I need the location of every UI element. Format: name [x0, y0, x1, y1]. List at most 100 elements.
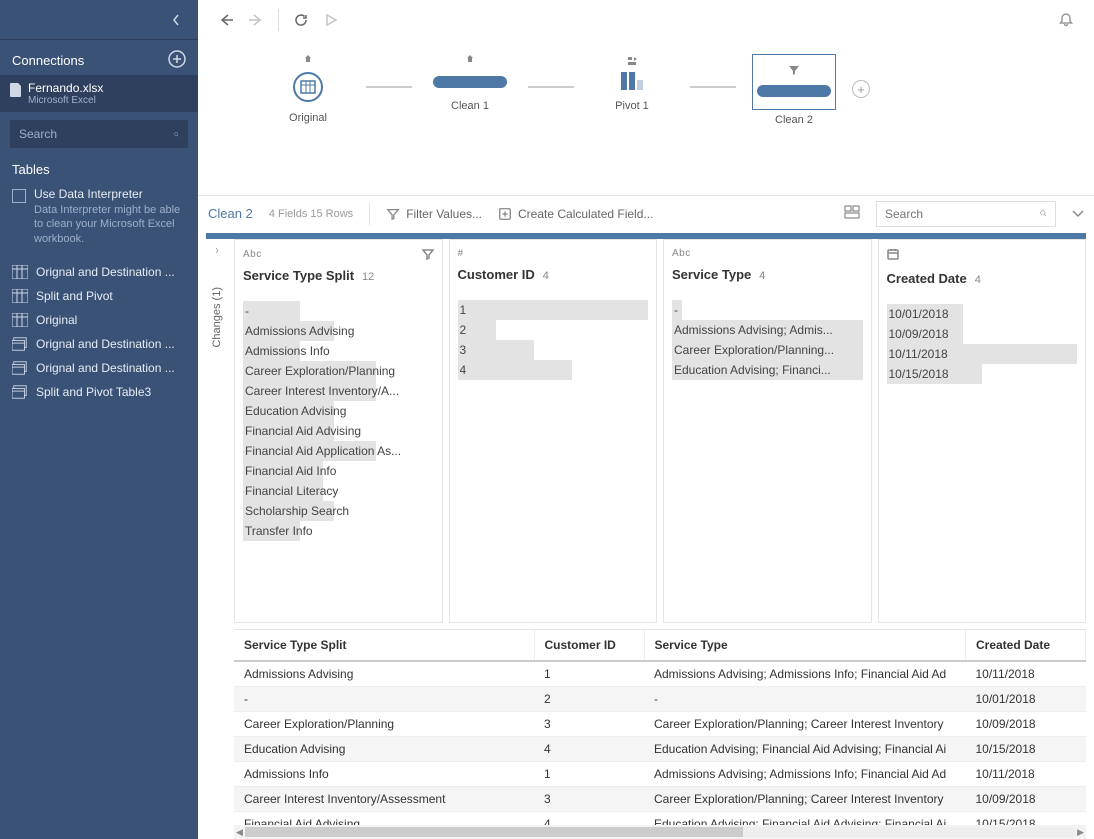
profile-value[interactable]: Financial Aid Application As... [243, 441, 434, 461]
horizontal-scrollbar[interactable]: ◀▶ [234, 825, 1086, 839]
separator [278, 9, 279, 31]
toolbar [198, 0, 1094, 40]
table-row[interactable]: Admissions Info1Admissions Advising; Adm… [234, 762, 1086, 787]
changes-rail[interactable]: › Changes (1) [206, 239, 228, 623]
use-data-interpreter-checkbox[interactable] [12, 189, 26, 203]
table-cell: 1 [534, 762, 644, 787]
profile-cards: AbcService Type Split12-Admissions Advis… [234, 239, 1086, 623]
main: Original Clean 1 Pivot 1 Clean 2 + Clean 2 4… [198, 0, 1094, 839]
table-cell: 3 [534, 787, 644, 812]
table-row[interactable]: Education Advising4Education Advising; F… [234, 737, 1086, 762]
flow-node-original[interactable]: Original [268, 54, 348, 124]
profile-search-input[interactable] [876, 201, 1056, 227]
profile-value[interactable]: 10/15/2018 [887, 364, 1078, 384]
create-calculated-field-button[interactable]: Create Calculated Field... [498, 207, 653, 221]
table-cell: Education Advising [234, 737, 534, 762]
flow-node-pivot-1[interactable]: Pivot 1 [592, 54, 672, 112]
run-button[interactable] [317, 6, 345, 34]
flow-node-clean-2[interactable]: Clean 2 [754, 54, 834, 126]
use-data-interpreter[interactable]: Use Data Interpreter Data Interpreter mi… [0, 179, 198, 256]
profile-value[interactable]: 10/09/2018 [887, 324, 1078, 344]
table-item[interactable]: Split and Pivot [0, 284, 198, 308]
table-cell: Education Advising; Financial Aid Advisi… [644, 812, 966, 826]
profile-value[interactable]: Financial Literacy [243, 481, 434, 501]
table-cell: - [234, 687, 534, 712]
table-row[interactable]: Career Interest Inventory/Assessment3Car… [234, 787, 1086, 812]
profile-value[interactable]: Admissions Advising [243, 321, 434, 341]
column-header[interactable]: Customer ID [534, 630, 644, 661]
profile-card[interactable]: #Customer ID41234 [449, 239, 658, 623]
expand-changes-icon[interactable]: › [216, 243, 219, 257]
collapse-profile-button[interactable] [1072, 207, 1084, 221]
connection-item[interactable]: Fernando.xlsx Microsoft Excel [0, 75, 198, 112]
table-cell: 10/11/2018 [966, 661, 1086, 687]
table-row[interactable]: Admissions Advising1Admissions Advising;… [234, 661, 1086, 687]
table-cell: Career Exploration/Planning [234, 712, 534, 737]
table-cell: 1 [534, 661, 644, 687]
table-item[interactable]: Orignal and Destination ... [0, 356, 198, 380]
table-cell: 10/11/2018 [966, 762, 1086, 787]
filter-values-button[interactable]: Filter Values... [386, 207, 482, 221]
column-header[interactable]: Service Type Split [234, 630, 534, 661]
table-cell: 3 [534, 712, 644, 737]
forward-button[interactable] [242, 6, 270, 34]
profile-value[interactable]: Admissions Advising; Admis... [672, 320, 863, 340]
notifications-button[interactable] [1052, 6, 1080, 34]
refresh-button[interactable] [287, 6, 315, 34]
sidebar-collapse-button[interactable] [0, 0, 198, 40]
table-cell: Financial Aid Advising [234, 812, 534, 826]
profile-card[interactable]: AbcService Type Split12-Admissions Advis… [234, 239, 443, 623]
profile-value[interactable]: Career Interest Inventory/A... [243, 381, 434, 401]
table-cell: Admissions Advising [234, 661, 534, 687]
filter-icon [386, 207, 400, 221]
tables-search-input[interactable] [10, 120, 188, 148]
search-icon [1040, 207, 1047, 220]
table-cell: - [644, 687, 966, 712]
profile-value[interactable]: - [672, 300, 863, 320]
profile-card[interactable]: AbcService Type4-Admissions Advising; Ad… [663, 239, 872, 623]
table-row[interactable]: Financial Aid Advising4Education Advisin… [234, 812, 1086, 826]
table-item[interactable]: Original [0, 308, 198, 332]
profile-value[interactable]: 4 [458, 360, 649, 380]
column-header[interactable]: Created Date [966, 630, 1086, 661]
table-cell: Career Exploration/Planning; Career Inte… [644, 712, 966, 737]
table-cell: 10/15/2018 [966, 812, 1086, 826]
calc-icon [498, 207, 512, 221]
flow-canvas[interactable]: Original Clean 1 Pivot 1 Clean 2 + [198, 40, 1094, 195]
step-meta: 4 Fields 15 Rows [269, 208, 353, 220]
profile-value[interactable]: 10/11/2018 [887, 344, 1078, 364]
profile-value[interactable]: 1 [458, 300, 649, 320]
profile-value[interactable]: 3 [458, 340, 649, 360]
use-di-title: Use Data Interpreter [34, 187, 186, 201]
profile-value[interactable]: Career Exploration/Planning... [672, 340, 863, 360]
profile-value[interactable]: 2 [458, 320, 649, 340]
table-cell: Admissions Advising; Admissions Info; Fi… [644, 762, 966, 787]
flow-node-clean-1[interactable]: Clean 1 [430, 54, 510, 112]
profile-value[interactable]: Financial Aid Advising [243, 421, 434, 441]
profile-value[interactable]: Career Exploration/Planning [243, 361, 434, 381]
table-row[interactable]: -2-10/01/2018 [234, 687, 1086, 712]
table-cell: 4 [534, 737, 644, 762]
table-item[interactable]: Orignal and Destination ... [0, 332, 198, 356]
add-connection-button[interactable] [168, 50, 186, 71]
profile-value[interactable]: Financial Aid Info [243, 461, 434, 481]
add-step-button[interactable]: + [852, 80, 870, 98]
table-cell: 10/09/2018 [966, 787, 1086, 812]
profile-value[interactable]: Scholarship Search [243, 501, 434, 521]
table-list: Orignal and Destination ...Split and Piv… [0, 256, 198, 404]
profile-value[interactable]: - [243, 301, 434, 321]
back-button[interactable] [212, 6, 240, 34]
profile-value[interactable]: Education Advising [243, 401, 434, 421]
profile-value[interactable]: Admissions Info [243, 341, 434, 361]
profile-card[interactable]: Created Date410/01/201810/09/201810/11/2… [878, 239, 1087, 623]
view-toggle-button[interactable] [844, 204, 860, 223]
table-row[interactable]: Career Exploration/Planning3Career Explo… [234, 712, 1086, 737]
connections-label: Connections [12, 53, 84, 68]
column-header[interactable]: Service Type [644, 630, 966, 661]
profile-value[interactable]: 10/01/2018 [887, 304, 1078, 324]
table-item[interactable]: Split and Pivot Table3 [0, 380, 198, 404]
table-cell: 10/01/2018 [966, 687, 1086, 712]
profile-value[interactable]: Transfer Info [243, 521, 434, 541]
table-item[interactable]: Orignal and Destination ... [0, 260, 198, 284]
profile-value[interactable]: Education Advising; Financi... [672, 360, 863, 380]
